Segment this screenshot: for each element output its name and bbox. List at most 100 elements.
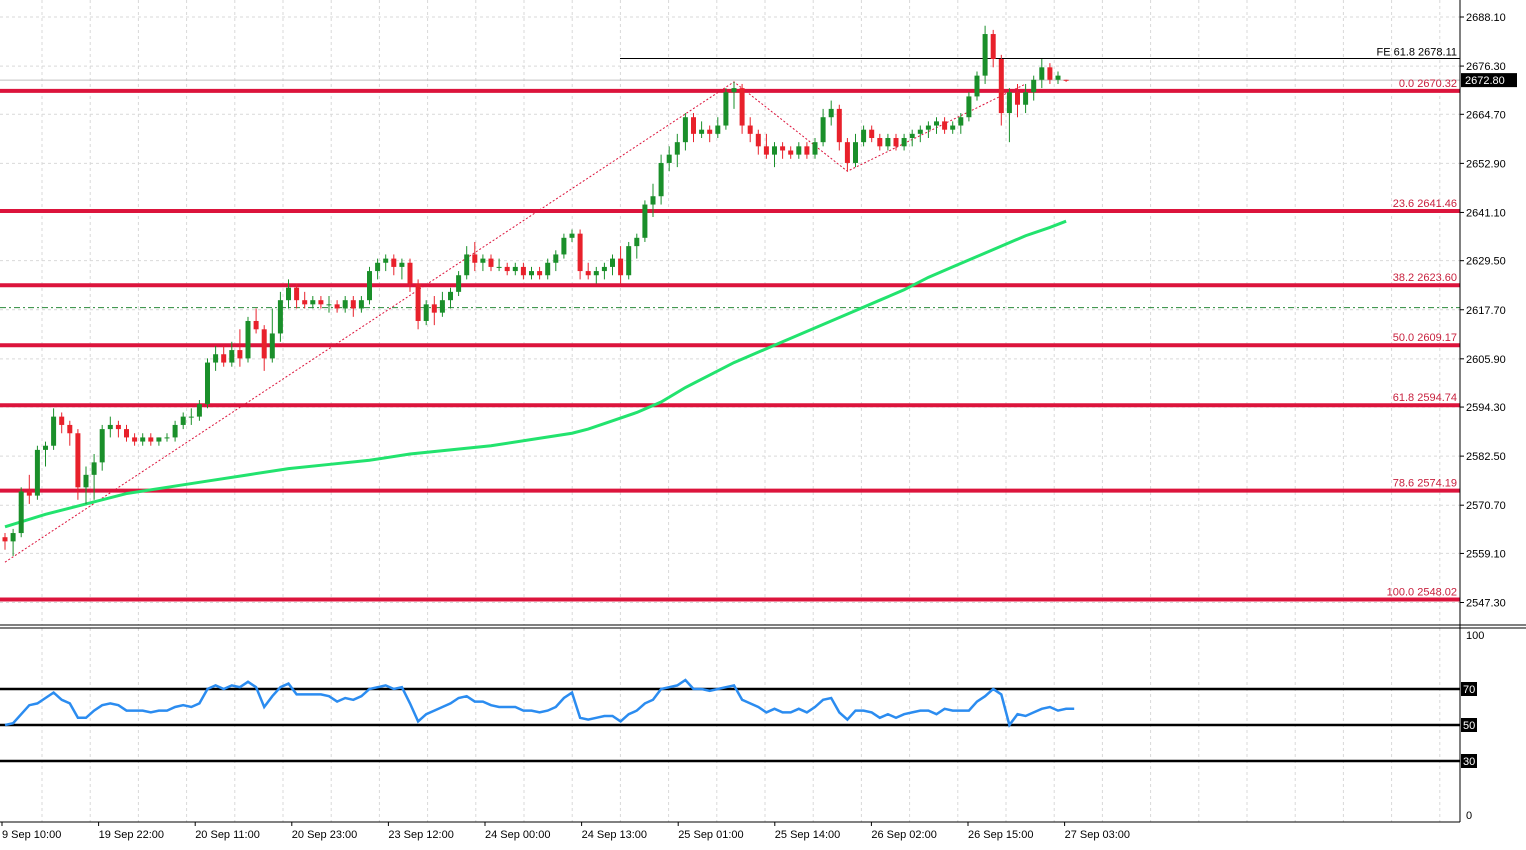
candle-body	[844, 142, 850, 163]
candle-body	[132, 437, 138, 442]
candle-body	[950, 125, 956, 130]
time-tick-label: 24 Sep 00:00	[485, 829, 550, 841]
candle-body	[91, 462, 97, 475]
candle-body	[164, 437, 170, 439]
candle-body	[618, 258, 624, 276]
candle-body	[715, 125, 721, 134]
candle-body	[861, 129, 867, 143]
price-tick-label: 2605.90	[1466, 354, 1506, 366]
candle-body	[658, 162, 664, 197]
candle-body	[34, 449, 40, 496]
candle-body	[707, 129, 713, 134]
candle-body	[1006, 92, 1012, 114]
candle-body	[472, 254, 478, 263]
rsi-level-badge: 30	[1461, 754, 1477, 768]
candle	[626, 241, 632, 280]
time-tick-label: 23 Sep 12:00	[388, 829, 453, 841]
candle-body	[869, 129, 875, 139]
candle-body	[634, 237, 640, 247]
candle-body	[1031, 79, 1037, 93]
candle-body	[205, 362, 210, 405]
candle-body	[691, 117, 696, 134]
candle-body	[545, 262, 551, 276]
candle-body	[245, 320, 251, 359]
time-tick-label: 24 Sep 13:00	[582, 829, 647, 841]
candle-body	[820, 117, 826, 143]
candle-body	[342, 300, 348, 309]
candle-body	[358, 300, 364, 309]
candle-body	[772, 146, 777, 155]
candle-body	[213, 354, 219, 363]
candle-body	[67, 424, 73, 434]
candle-body	[269, 333, 275, 359]
candle-body	[812, 142, 818, 155]
candle-body	[577, 233, 583, 272]
fib-extension-label: FE 61.8 2678.11	[1376, 47, 1457, 59]
candle-body	[448, 291, 453, 301]
candle-body	[277, 300, 283, 334]
rsi-level-badge: 70	[1461, 682, 1477, 696]
candle-body	[885, 138, 891, 147]
fib-level-label: 78.6 2574.19	[1393, 478, 1457, 490]
time-tick-label: 9 Sep 10:00	[2, 829, 61, 841]
candle-body	[261, 329, 267, 359]
candle-body	[2, 537, 8, 542]
candle-body	[391, 258, 397, 267]
rsi-level-label: 50	[1463, 720, 1475, 732]
candle-body	[958, 117, 964, 126]
price-tick-label: 2664.70	[1466, 109, 1506, 121]
candle-body	[375, 262, 381, 272]
candle	[982, 25, 988, 84]
candle-body	[836, 108, 842, 143]
candle-body	[674, 142, 680, 155]
candle-body	[480, 258, 486, 263]
candle-body	[553, 254, 559, 263]
candle-body	[156, 437, 162, 442]
candle-body	[1023, 92, 1029, 105]
candle-body	[998, 58, 1004, 114]
current-price-label: 2672.80	[1465, 75, 1505, 87]
candle-body	[893, 138, 899, 147]
candle-body	[780, 146, 786, 151]
candle-body	[83, 474, 89, 488]
candle	[205, 358, 210, 409]
candle-body	[172, 424, 178, 438]
fib-level-label: 50.0 2609.17	[1393, 332, 1457, 344]
candle-body	[367, 271, 372, 301]
candle-body	[1047, 67, 1053, 80]
candle-body	[601, 266, 607, 272]
price-tick-label: 2582.50	[1466, 451, 1506, 463]
price-tick-label: 2641.10	[1466, 207, 1506, 219]
candle-body	[124, 429, 129, 438]
time-tick-label: 20 Sep 11:00	[195, 829, 260, 841]
candle	[723, 88, 729, 130]
candle-body	[423, 304, 429, 321]
candle-body	[415, 283, 421, 321]
candle-body	[51, 416, 57, 446]
candle-body	[877, 138, 883, 147]
candle-body	[788, 150, 794, 155]
time-tick-label: 25 Sep 01:00	[678, 829, 743, 841]
fib-level-label: 0.0 2670.32	[1399, 78, 1457, 90]
time-tick-label: 19 Sep 22:00	[99, 829, 164, 841]
candle-body	[318, 300, 324, 305]
candle-body	[626, 246, 632, 276]
time-tick-label: 26 Sep 02:00	[871, 829, 936, 841]
candle-body	[115, 424, 121, 430]
candle-body	[383, 258, 389, 263]
candle-body	[99, 429, 105, 463]
candle-body	[610, 258, 615, 267]
candle-body	[828, 108, 834, 118]
candle-body	[75, 433, 81, 488]
candle-body	[26, 491, 32, 496]
time-tick-label: 20 Sep 23:00	[292, 829, 357, 841]
candle-body	[464, 254, 470, 276]
rsi-level-label: 30	[1463, 756, 1475, 768]
candle-body	[326, 304, 332, 306]
candle-body	[747, 125, 753, 134]
candle-body	[593, 271, 599, 276]
candle-body	[682, 117, 688, 143]
fib-level-label: 61.8 2594.74	[1393, 392, 1457, 404]
candle-body	[925, 125, 931, 130]
candle-body	[456, 275, 462, 292]
